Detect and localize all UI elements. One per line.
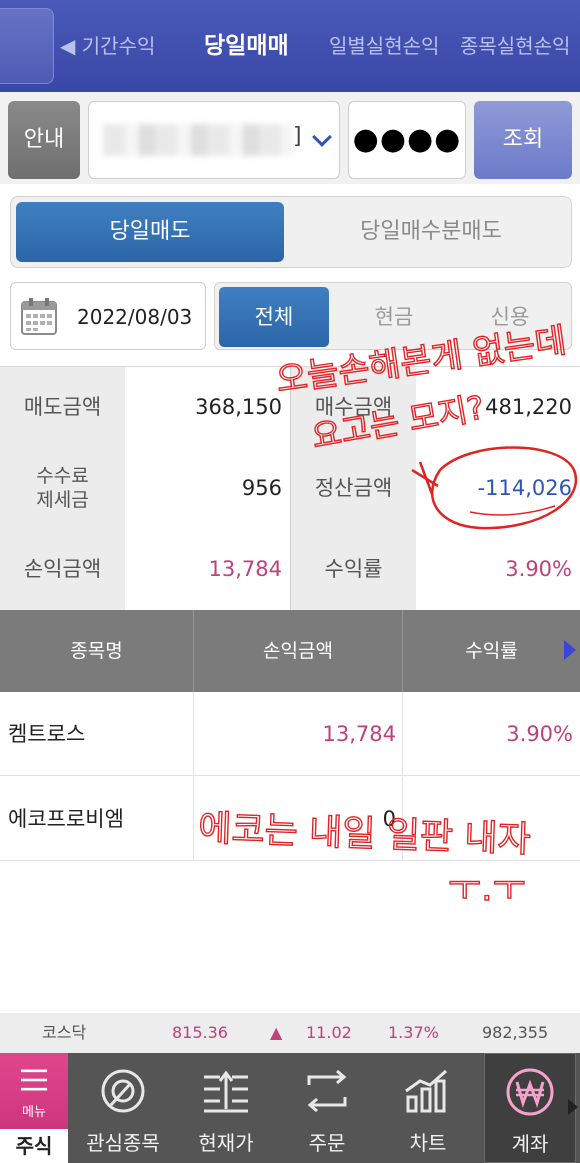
date-picker[interactable]: 2022/08/03 bbox=[10, 282, 206, 350]
ticker-change: 11.02 bbox=[306, 1023, 352, 1042]
password-field[interactable]: ●●●● bbox=[348, 101, 466, 179]
index-ticker[interactable]: 코스닥 815.36 ▲ 11.02 1.37% 982,355 bbox=[0, 1013, 580, 1053]
tab-daily-realized[interactable]: 일별실현손익 bbox=[329, 0, 439, 92]
table-row[interactable]: 켐트로스 13,784 3.90% bbox=[0, 692, 580, 776]
row-rate: 3.90% bbox=[506, 722, 573, 746]
return-value: 3.90% bbox=[416, 529, 580, 610]
table-row[interactable]: 에코프로비엠 0 bbox=[0, 777, 580, 861]
account-select[interactable]: ] bbox=[88, 101, 340, 179]
menu-sub-label: 메뉴 bbox=[22, 1105, 46, 1120]
ticker-percent: 1.37% bbox=[388, 1023, 439, 1042]
col-header-pl[interactable]: 손익금액 bbox=[194, 610, 402, 692]
settlement-label: 정산금액 bbox=[291, 448, 416, 529]
tab-stock-realized[interactable]: 종목실현손익 bbox=[460, 0, 570, 92]
target-arrow-icon bbox=[101, 1069, 145, 1113]
pl-label: 손익금액 bbox=[0, 529, 125, 610]
account-number-blurred bbox=[103, 124, 293, 156]
account-suffix: ] bbox=[293, 124, 302, 149]
nav-order[interactable]: 주문 bbox=[278, 1053, 376, 1163]
ticker-volume: 982,355 bbox=[482, 1023, 549, 1042]
nav-account[interactable]: 계좌 bbox=[484, 1053, 576, 1163]
filter-cash[interactable]: 현금 bbox=[339, 287, 449, 347]
payment-filter: 전체 현금 신용 bbox=[214, 282, 572, 350]
won-icon bbox=[506, 1068, 554, 1116]
fee-tax-label: 수수료 제세금 bbox=[0, 448, 125, 529]
nav-current-price[interactable]: 현재가 bbox=[176, 1053, 276, 1163]
nav-watchlist[interactable]: 관심종목 bbox=[72, 1053, 174, 1163]
price-list-icon bbox=[204, 1070, 248, 1113]
ticker-up-arrow: ▲ bbox=[270, 1023, 283, 1042]
row-rate bbox=[403, 777, 573, 861]
header-bar: ◀ 기간수익 당일매매 일별실현손익 종목실현손익 bbox=[0, 0, 580, 92]
sell-amount-value: 368,150 bbox=[125, 367, 290, 448]
nav-order-label: 주문 bbox=[308, 1131, 346, 1155]
calendar-icon bbox=[21, 298, 57, 335]
ticker-value: 815.36 bbox=[172, 1023, 228, 1042]
query-button[interactable]: 조회 bbox=[474, 101, 572, 179]
menu-label: 주식 bbox=[0, 1129, 68, 1163]
filter-all[interactable]: 전체 bbox=[219, 287, 329, 347]
hamburger-icon bbox=[20, 1069, 48, 1091]
row-pl: 13,784 bbox=[322, 722, 396, 746]
account-row: 안내 ] ●●●● 조회 bbox=[0, 92, 580, 184]
settlement-value: -114,026 bbox=[416, 448, 580, 529]
summary-grid: 매도금액 368,150 매수금액 481,220 수수료 제세금 956 정산… bbox=[0, 366, 580, 611]
nav-chart[interactable]: 차트 bbox=[378, 1053, 478, 1163]
note-sad-face: ㅜ.ㅜ bbox=[448, 868, 526, 909]
col-header-rate[interactable]: 수익률 bbox=[403, 610, 580, 692]
row-pl: 0 bbox=[382, 807, 396, 831]
back-tab[interactable] bbox=[0, 8, 54, 84]
nav-menu[interactable]: 메뉴 주식 bbox=[0, 1053, 68, 1163]
bar-chart-icon bbox=[405, 1069, 447, 1113]
summary-divider bbox=[290, 367, 291, 611]
chevron-down-icon bbox=[312, 127, 332, 147]
col-header-name[interactable]: 종목명 bbox=[0, 610, 193, 692]
tab-daytrade[interactable]: 당일매매 bbox=[204, 0, 289, 92]
filter-credit[interactable]: 신용 bbox=[455, 287, 565, 347]
nav-watchlist-label: 관심종목 bbox=[86, 1131, 160, 1155]
tab-period-return[interactable]: ◀ 기간수익 bbox=[60, 0, 155, 92]
nav-more-icon[interactable] bbox=[568, 1099, 578, 1115]
guide-button[interactable]: 안내 bbox=[8, 101, 80, 179]
bottom-nav: 메뉴 주식 관심종목 현재가 주문 차트 계좌 bbox=[0, 1053, 580, 1163]
buy-amount-value: 481,220 bbox=[416, 367, 580, 448]
ticker-index-name: 코스닥 bbox=[42, 1023, 87, 1042]
table-header: 종목명 손익금액 수익률 bbox=[0, 610, 580, 692]
return-label: 수익률 bbox=[291, 529, 416, 610]
exchange-arrows-icon bbox=[307, 1069, 347, 1113]
sell-amount-label: 매도금액 bbox=[0, 367, 125, 448]
scroll-right-icon[interactable] bbox=[564, 640, 576, 660]
nav-chart-label: 차트 bbox=[409, 1131, 447, 1155]
tab-day-buy-sell[interactable]: 당일매수분매도 bbox=[296, 202, 566, 262]
date-value: 2022/08/03 bbox=[77, 305, 193, 329]
pl-value: 13,784 bbox=[125, 529, 290, 610]
fee-tax-value: 956 bbox=[125, 448, 290, 529]
buy-amount-label: 매수금액 bbox=[291, 367, 416, 448]
row-stock-name: 켐트로스 bbox=[8, 722, 86, 746]
row-stock-name: 에코프로비엠 bbox=[8, 807, 124, 831]
nav-account-label: 계좌 bbox=[511, 1132, 549, 1156]
nav-current-price-label: 현재가 bbox=[198, 1131, 254, 1155]
tab-day-sell[interactable]: 당일매도 bbox=[16, 202, 284, 262]
sell-type-toggle: 당일매도 당일매수분매도 bbox=[10, 196, 572, 268]
